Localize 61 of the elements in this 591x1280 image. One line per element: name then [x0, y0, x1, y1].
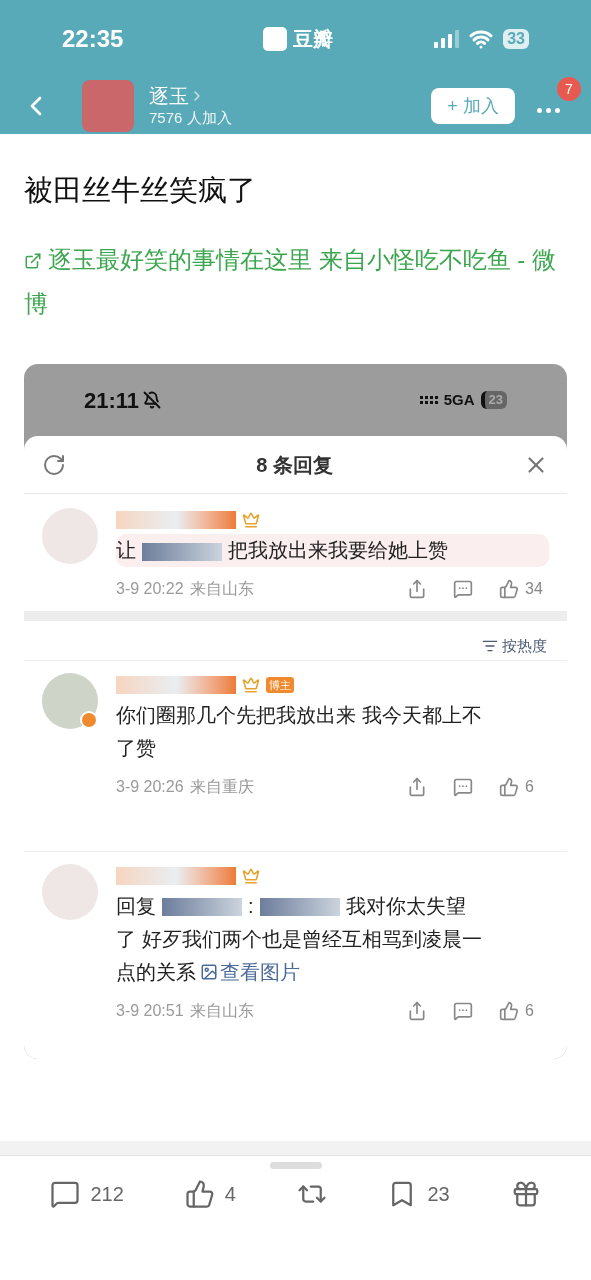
reply-icon[interactable]: [453, 776, 473, 797]
network-type: 5GA: [443, 389, 475, 410]
like-count: 6: [525, 1000, 535, 1021]
comment-text: 了赞: [116, 736, 156, 759]
like-count: 34: [525, 579, 544, 599]
drag-handle[interactable]: [269, 1162, 322, 1169]
share-icon[interactable]: [407, 579, 427, 599]
status-time: 21:11: [84, 386, 140, 415]
group-name[interactable]: 逐玉: [149, 84, 189, 108]
reply-icon[interactable]: [453, 579, 473, 599]
sheet-title: 8 条回复: [256, 452, 333, 478]
comment-time: 3-9 20:51: [116, 1000, 184, 1021]
signal-icon: [434, 30, 460, 48]
comment-time: 3-9 20:22: [116, 579, 184, 599]
app-logo-icon: [263, 27, 288, 51]
member-count: 7576 人加入: [149, 108, 232, 128]
view-image-link[interactable]: 查看图片: [196, 960, 300, 983]
crown-icon: [242, 866, 260, 885]
bell-off-icon: [143, 391, 162, 409]
app-name: 豆瓣: [293, 27, 334, 52]
crown-icon: [242, 511, 260, 529]
share-icon[interactable]: [407, 1000, 427, 1021]
comment-text: 让: [116, 539, 136, 561]
thumbs-up-icon[interactable]: [499, 776, 519, 797]
source-link[interactable]: 逐玉最好笑的事情在这里 来自小怪吃不吃鱼 - 微博: [24, 238, 567, 326]
crown-icon: [242, 675, 260, 694]
notification-badge: 7: [557, 77, 581, 101]
comment-icon[interactable]: [50, 1179, 81, 1209]
action-count: 4: [224, 1182, 236, 1207]
avatar: [42, 508, 98, 564]
comment-text: 回复: [116, 894, 156, 917]
comment-text: 了 好歹我们两个也是曾经互相骂到凌晨一: [116, 927, 482, 950]
image-icon: [200, 962, 218, 981]
join-button[interactable]: + 加入: [431, 88, 515, 124]
comment-text: 我对你太失望: [345, 894, 466, 917]
action-count: 212: [90, 1182, 124, 1207]
author-badge: 博主: [266, 676, 294, 693]
thumbs-up-icon[interactable]: [499, 579, 519, 599]
action-count: 23: [427, 1182, 450, 1207]
comment-location: 来自重庆: [189, 776, 254, 797]
comment-location: 来自山东: [189, 1000, 254, 1021]
comment-text: 你们圈那几个先把我放出来 我今天都上不: [116, 703, 482, 726]
refresh-icon[interactable]: [42, 452, 66, 477]
comment-location: 来自山东: [189, 579, 254, 599]
reply-icon[interactable]: [453, 1000, 473, 1021]
comment-text: :: [248, 894, 254, 917]
battery-level: 23: [480, 391, 507, 409]
external-link-icon: [24, 252, 42, 270]
thumbs-up-icon[interactable]: [184, 1179, 215, 1209]
signal-icon: [419, 396, 438, 404]
like-count: 6: [525, 776, 535, 797]
comment-text: 点的关系: [116, 960, 196, 983]
status-time: 22:35: [62, 24, 125, 54]
post-title: 被田丝牛丝笑疯了: [24, 173, 257, 208]
comment-text: 把我放出来我要给她上赞: [228, 539, 448, 561]
share-icon[interactable]: [407, 776, 427, 797]
thumbs-up-icon[interactable]: [499, 1000, 519, 1021]
comment-time: 3-9 20:26: [116, 776, 184, 797]
group-photo-placeholder: [82, 80, 134, 132]
battery-level: 33: [503, 29, 529, 49]
sort-button[interactable]: 按热度: [482, 635, 547, 658]
